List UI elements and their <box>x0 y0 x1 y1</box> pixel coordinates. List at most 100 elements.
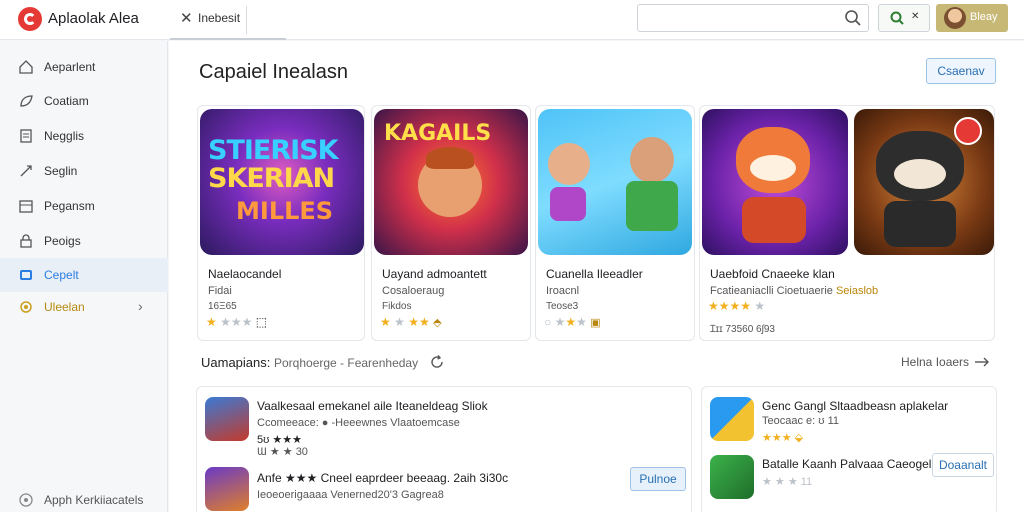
character-art <box>548 143 590 185</box>
search-icon[interactable] <box>844 9 862 27</box>
app-icon <box>710 455 754 499</box>
apps-icon <box>19 493 33 507</box>
main-content: Capaiel Inealasn Csaenav STIERISK SKERIA… <box>169 41 1024 512</box>
app-developer: Fcatieaniaclli Cioetuaerie Seiaslob <box>710 285 878 297</box>
list-item-rating: ★★★ ⬙ <box>762 432 804 444</box>
leaf-icon <box>20 95 33 107</box>
search-input[interactable] <box>637 4 869 32</box>
character-art <box>626 181 678 231</box>
app-downloads: Fikdos <box>382 301 412 312</box>
sidebar-footer-label: Apph Kerkiiacatels <box>44 493 144 507</box>
sidebar-item-label: Pegansm <box>44 199 95 213</box>
arrow-right-icon[interactable] <box>973 355 991 369</box>
app-card[interactable]: STIERISK SKERIAN MILLES Naelaocandel Fid… <box>197 105 365 341</box>
document-icon <box>20 129 32 143</box>
page-title: Capaiel Inealasn <box>199 61 348 83</box>
app-list-panel: Vaalkesaal emekanel aile Iteaneldeag Sli… <box>196 386 692 512</box>
list-item-title: Vaalkesaal emekanel aile Iteaneldeag Sli… <box>257 399 488 413</box>
app-card[interactable]: KAGAILS Uayand admoantett Cosaloeraug Fi… <box>371 105 531 341</box>
app-developer: Iroacnl <box>546 285 580 297</box>
character-art <box>884 201 956 247</box>
grid-icon <box>20 270 32 280</box>
app-logo-icon[interactable] <box>18 7 42 31</box>
app-downloads: 16Ξ65 <box>208 301 237 312</box>
user-menu-button[interactable]: Bleay <box>936 4 1008 32</box>
list-item[interactable]: Anfe ★★★ Cneel eaprdeer beeaag. 2aih 3i3… <box>197 463 693 512</box>
app-developer: Cosaloeraug <box>382 285 445 297</box>
top-bar: Aplaolak Alea ✕ Inebesit ✕ Bleay <box>0 0 1024 40</box>
list-item[interactable]: Genc Gangl Sltaadbeasn aplakelar Teocaac… <box>702 395 998 453</box>
character-art <box>550 187 586 221</box>
avatar <box>944 7 966 29</box>
refresh-icon[interactable] <box>429 354 445 370</box>
sidebar-item-4[interactable]: Pegansm <box>0 189 168 223</box>
app-rating: ★ ★★★ ⬚ <box>206 315 268 329</box>
list-item-title: Genc Gangl Sltaadbeasn aplakelar <box>762 399 949 413</box>
character-face-art <box>750 155 796 181</box>
list-item-meta: Teocaac e: ʊ 11 <box>762 415 839 427</box>
sidebar: Aeparlent Coatiam Negglis Seglin Pegansm… <box>0 41 168 512</box>
calendar-icon <box>19 200 33 213</box>
art-title-line: SKERIAN <box>208 163 335 194</box>
app-card[interactable]: Uaebfoid Cnaeeke klan Fcatieaniaclli Cio… <box>699 105 995 341</box>
app-icon <box>205 397 249 441</box>
app-downloads: Teose3 <box>546 301 579 312</box>
sidebar-item-label: Aeparlent <box>44 60 96 74</box>
app-thumbnail[interactable]: KAGAILS <box>374 109 528 255</box>
sidebar-item-label: Coatiam <box>44 94 89 108</box>
app-developer: Fidai <box>208 285 232 297</box>
install-button[interactable]: Pulnoe <box>630 467 686 491</box>
list-item-meta: Ieoeoerigaaaa Venerned20'3 Gagrea8 <box>257 489 444 501</box>
art-title-line: KAGAILS <box>384 121 492 146</box>
sidebar-footer[interactable]: Apph Kerkiiacatels <box>18 490 168 510</box>
search-icon <box>890 11 904 25</box>
app-list-panel: Genc Gangl Sltaadbeasn aplakelar Teocaac… <box>701 386 997 512</box>
list-item-title: Batalle Kaanh Palvaaa Caeogel <box>762 457 932 471</box>
list-item-rating-secondary: Ɯ ★ ★ 30 <box>257 446 308 458</box>
app-developer-label: Fcatieaniaclli Cioetuaerie <box>710 285 833 297</box>
app-thumbnail[interactable]: STIERISK SKERIAN MILLES <box>200 109 364 255</box>
app-thumbnail[interactable] <box>538 109 692 255</box>
see-more-link[interactable]: Helna Ioaers <box>901 355 969 369</box>
lock-icon <box>20 234 32 248</box>
app-title: Uaebfoid Cnaeeke klan <box>710 267 835 281</box>
rating-suffix: ▣ <box>590 317 601 329</box>
sidebar-item-5[interactable]: Peoigs <box>0 224 168 258</box>
sidebar-item-0[interactable]: Aeparlent <box>0 50 168 84</box>
close-icon[interactable]: ✕ <box>180 9 193 27</box>
download-button[interactable]: Doaanalt <box>932 453 994 477</box>
sidebar-item-1[interactable]: Coatiam <box>0 84 168 118</box>
list-item[interactable]: Batalle Kaanh Palvaaa Caeogel ★ ★ ★ 11 D… <box>702 453 998 511</box>
sidebar-item-label: Negglis <box>44 129 85 143</box>
tab-main[interactable]: ✕ Inebesit <box>170 0 286 40</box>
tab-divider <box>246 6 247 34</box>
section-title: Uamapians: Porqhoerge - Fearenheday <box>201 355 418 370</box>
app-card[interactable]: Cuanella Ileeadler Iroacnl Teose3 ○ ★★★ … <box>535 105 695 341</box>
list-item-meta: Ccomeeace: ● -Heeewnes Vlaatoemcase <box>257 417 460 429</box>
sidebar-item-label: Peoigs <box>44 234 81 248</box>
sidebar-item-label: Cepelt <box>44 268 79 282</box>
rating-suffix: ⬘ <box>433 317 442 329</box>
section-title-label: Uamapians: <box>201 355 271 370</box>
quick-search-button[interactable]: ✕ <box>878 4 930 32</box>
art-title-line: STIERISK <box>208 135 339 166</box>
app-thumbnail[interactable] <box>702 109 848 255</box>
list-item[interactable]: Vaalkesaal emekanel aile Iteaneldeag Sli… <box>197 393 693 451</box>
app-thumbnail[interactable] <box>854 109 994 255</box>
app-title: Aplaolak Alea <box>48 10 139 27</box>
rating-suffix: ⬚ <box>255 315 268 329</box>
badge-icon <box>954 117 982 145</box>
app-rating: ★ ★ ★★ ⬘ <box>380 315 442 329</box>
app-icon <box>205 467 249 511</box>
header-action-button[interactable]: Csaenav <box>926 58 996 84</box>
character-art <box>742 197 806 243</box>
sidebar-item-7[interactable]: Uleelan › <box>0 290 168 324</box>
sidebar-item-3[interactable]: Seglin <box>0 154 168 188</box>
list-item-title: Anfe ★★★ Cneel eaprdeer beeaag. 2aih 3i3… <box>257 471 509 485</box>
sidebar-item-6[interactable]: Cepelt <box>0 258 168 292</box>
character-art <box>630 137 674 183</box>
link-icon <box>20 165 32 177</box>
sidebar-item-2[interactable]: Negglis <box>0 119 168 153</box>
chevron-right-icon[interactable]: › <box>138 298 143 314</box>
app-title: Cuanella Ileeadler <box>546 267 643 281</box>
